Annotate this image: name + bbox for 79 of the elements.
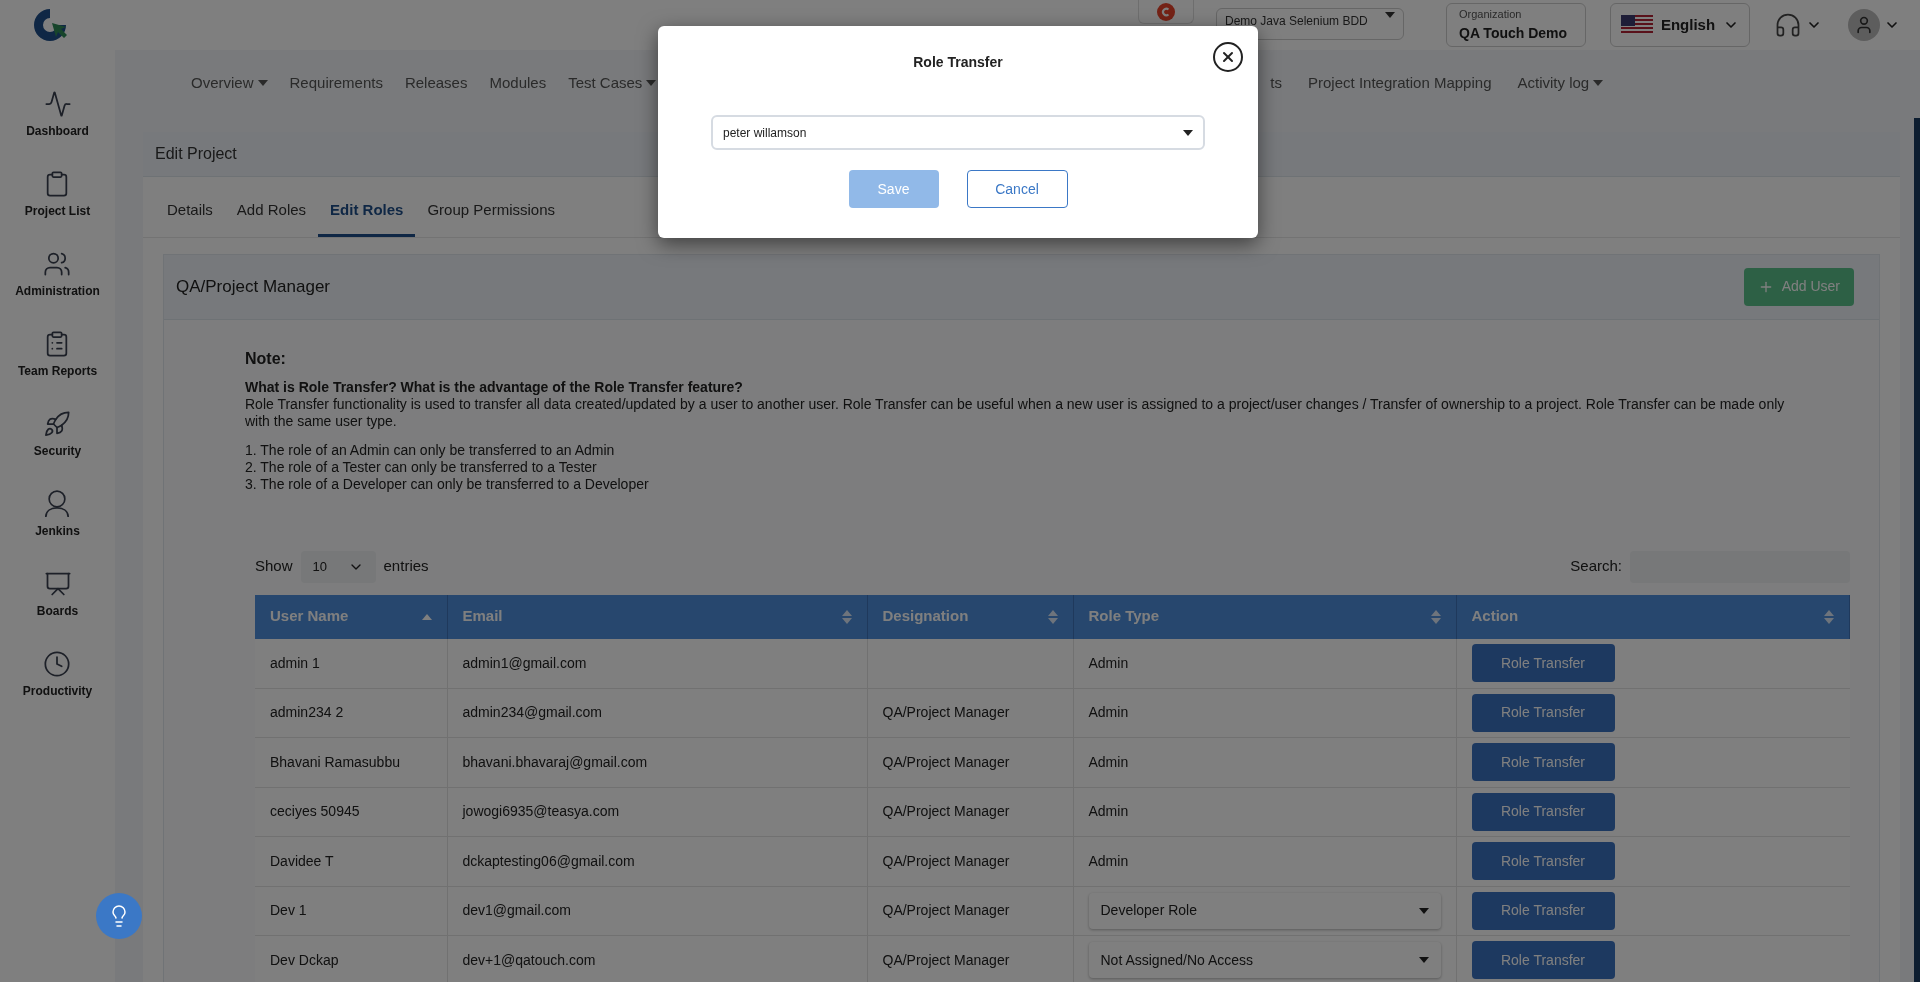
- add-user-button[interactable]: Add User: [1743, 267, 1854, 306]
- nav-link[interactable]: Activity log: [1517, 71, 1604, 95]
- sidebar-item[interactable]: Security: [33, 410, 82, 460]
- table-cell: Admin: [1073, 836, 1456, 886]
- table-cell: admin 1: [255, 638, 447, 688]
- organization-box[interactable]: Organization QA Touch Demo: [1446, 3, 1586, 47]
- column-header[interactable]: Email: [447, 594, 867, 639]
- nav-link[interactable]: Releases: [404, 71, 468, 95]
- rule-text: 2. The role of a Tester can only be transferred to a Tester: [245, 458, 598, 476]
- role-select[interactable]: Developer Role: [1088, 892, 1441, 929]
- tab[interactable]: Group Permissions: [415, 187, 567, 237]
- tab[interactable]: Details: [155, 187, 225, 237]
- table-cell: Admin: [1073, 638, 1456, 688]
- table-cell: QA/Project Manager: [867, 886, 1073, 936]
- table-cell: QA/Project Manager: [867, 836, 1073, 886]
- role-select[interactable]: Not Assigned/No Access: [1088, 942, 1441, 979]
- table-cell: admin234 2: [255, 688, 447, 738]
- cancel-button[interactable]: Cancel: [966, 170, 1068, 208]
- language-button[interactable]: English: [1610, 3, 1750, 47]
- table-cell: dev1@gmail.com: [447, 886, 867, 936]
- rule-text: 1. The role of an Admin can only be transferred to an Admin: [245, 441, 616, 459]
- sidebar-item[interactable]: Boards: [36, 570, 79, 620]
- column-header[interactable]: Designation: [867, 594, 1073, 639]
- table-cell: QA/Project Manager: [867, 688, 1073, 738]
- table-cell: Admin: [1073, 688, 1456, 738]
- note-title: Note:: [245, 349, 287, 367]
- entries-label: entries: [383, 556, 429, 577]
- nav-link[interactable]: Project Integration Mapping: [1308, 71, 1492, 95]
- nav-link[interactable]: ts: [1270, 71, 1283, 95]
- nav-link[interactable]: Requirements: [289, 71, 383, 95]
- sidebar-item[interactable]: Team Reports: [17, 330, 98, 380]
- panel-title: QA/Project Manager: [176, 275, 330, 298]
- sidebar-item[interactable]: Productivity: [22, 650, 93, 700]
- note-text: Role Transfer functionality is used to transfer all data created/updated by a user to another user. Role Transfer can be useful when a new user is assigned to a project/user changes / Transfer of ownership to a project. Role Transfer can be made only with the same user type.: [245, 395, 1786, 430]
- show-label: Show: [255, 556, 293, 577]
- organization-label: Organization: [1459, 7, 1523, 23]
- search-label: Search:: [1570, 556, 1622, 577]
- entries-select[interactable]: 10: [300, 550, 376, 583]
- table-cell: ceciyes 50945: [255, 787, 447, 837]
- dialog-title: Role Transfer: [913, 53, 1003, 72]
- sidebar-item[interactable]: Jenkins: [35, 490, 80, 540]
- table-cell: QA/Project Manager: [867, 935, 1073, 982]
- tab[interactable]: Add Roles: [224, 187, 319, 237]
- column-header[interactable]: Action: [1456, 594, 1850, 639]
- table-cell: admin234@gmail.com: [447, 688, 867, 738]
- table-cell: QA/Project Manager: [867, 737, 1073, 787]
- table-cell: dev+1@qatouch.com: [447, 935, 867, 982]
- table-cell: Dev Dckap: [255, 935, 447, 982]
- role-transfer-button[interactable]: Role Transfer: [1471, 891, 1615, 930]
- note-question: What is Role Transfer? What is the advantage of the Role Transfer feature?: [245, 378, 744, 396]
- nav-link[interactable]: Modules: [489, 71, 547, 95]
- column-header[interactable]: User Name: [255, 594, 447, 639]
- card-title: Edit Project: [155, 144, 237, 164]
- table-cell: Bhavani Ramasubbu: [255, 737, 447, 787]
- nav-link[interactable]: Test Cases: [568, 71, 657, 95]
- table-cell: Admin: [1073, 787, 1456, 837]
- table-cell: Davidee T: [255, 836, 447, 886]
- sidebar-item[interactable]: Project List: [24, 170, 91, 220]
- nav-link[interactable]: Overview: [191, 71, 268, 95]
- role-transfer-button[interactable]: Role Transfer: [1471, 941, 1615, 980]
- table-cell: Dev 1: [255, 886, 447, 936]
- table-cell: QA/Project Manager: [867, 787, 1073, 837]
- table-cell: dckaptesting06@gmail.com: [447, 836, 867, 886]
- column-header[interactable]: Role Type: [1073, 594, 1456, 639]
- user-select[interactable]: peter willamson: [711, 115, 1205, 150]
- table-cell: Admin: [1073, 737, 1456, 787]
- table-cell: admin1@gmail.com: [447, 638, 867, 688]
- sidebar-item[interactable]: Dashboard: [26, 90, 89, 140]
- role-transfer-button[interactable]: Role Transfer: [1471, 644, 1615, 682]
- sidebar-item[interactable]: Administration: [15, 250, 100, 300]
- role-transfer-button[interactable]: Role Transfer: [1471, 842, 1615, 881]
- table-cell: bhavani.bhavaraj@gmail.com: [447, 737, 867, 787]
- rule-text: 3. The role of a Developer can only be transferred to a Developer: [245, 475, 650, 493]
- table-cell: jowogi6935@teasya.com: [447, 787, 867, 837]
- role-transfer-button[interactable]: Role Transfer: [1471, 792, 1615, 831]
- role-transfer-button[interactable]: Role Transfer: [1471, 743, 1615, 782]
- role-transfer-button[interactable]: Role Transfer: [1471, 693, 1615, 732]
- tab[interactable]: Edit Roles: [318, 187, 416, 237]
- organization-name: QA Touch Demo: [1459, 23, 1569, 43]
